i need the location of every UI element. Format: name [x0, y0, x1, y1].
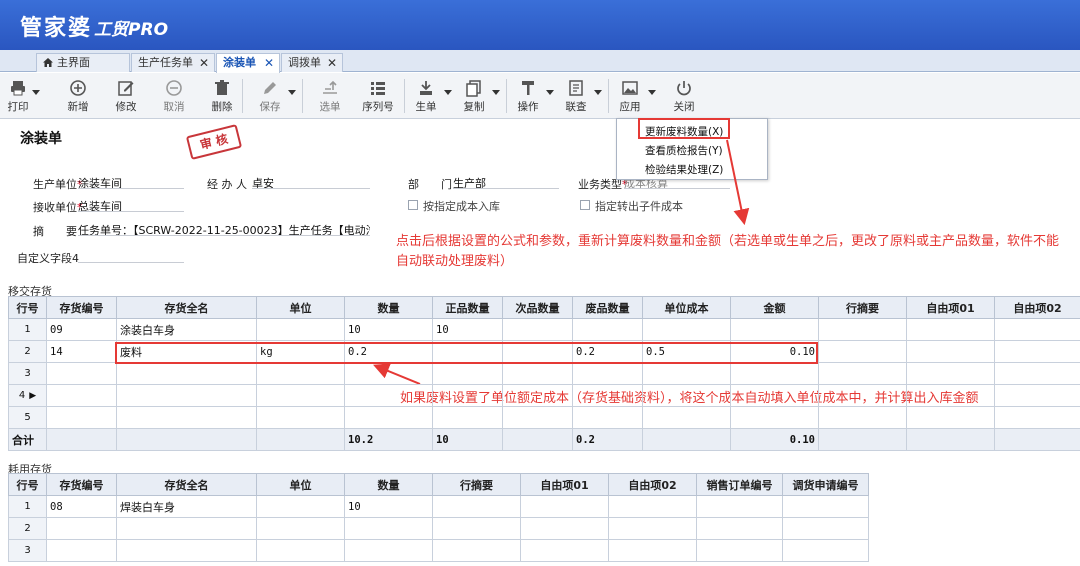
cell-item-name[interactable]: 涂装白车身: [116, 318, 257, 341]
cell-row-summary[interactable]: [818, 340, 907, 363]
highlight-box-scrap-row: [115, 342, 818, 364]
cell-unit[interactable]: [256, 318, 345, 341]
table-row[interactable]: 2: [8, 517, 869, 540]
column-header[interactable]: 次品数量: [502, 296, 573, 319]
column-header[interactable]: 单位成本: [642, 296, 731, 319]
arrow-to-menu-note: [726, 139, 750, 226]
cell-transfer-request[interactable]: [782, 495, 869, 518]
column-header[interactable]: 行摘要: [432, 473, 521, 496]
total-row: 合计 10.2 10 0.2 0.10: [8, 428, 1080, 451]
column-header[interactable]: 数量: [344, 473, 433, 496]
column-header[interactable]: 行号: [8, 473, 47, 496]
total-scrap-qty: 0.2: [572, 428, 643, 451]
table-row[interactable]: 1 08 焊装白车身 10: [8, 495, 869, 518]
cell-sales-order[interactable]: [696, 495, 783, 518]
column-header[interactable]: 存货全名: [116, 473, 257, 496]
row-number: 1: [8, 318, 47, 341]
cell-free02[interactable]: [994, 340, 1080, 363]
column-header[interactable]: 自由项02: [994, 296, 1080, 319]
cell-scrap-qty[interactable]: [572, 318, 643, 341]
column-header[interactable]: 调货申请编号: [782, 473, 869, 496]
table-row[interactable]: 5: [8, 406, 1080, 429]
cell-item-code[interactable]: 09: [46, 318, 117, 341]
cell-free01[interactable]: [520, 495, 609, 518]
column-header[interactable]: 存货编号: [46, 296, 117, 319]
cell-amount[interactable]: [730, 318, 819, 341]
row-number: 2: [8, 340, 47, 363]
cell-row-summary[interactable]: [432, 495, 521, 518]
row-pointer-icon: ▶: [29, 391, 37, 401]
cell-free01[interactable]: [906, 318, 995, 341]
column-header[interactable]: 存货全名: [116, 296, 257, 319]
total-qty: 10.2: [344, 428, 433, 451]
row-number: 1: [8, 495, 47, 518]
column-header[interactable]: 存货编号: [46, 473, 117, 496]
transfer-inventory-table: 行号 存货编号 存货全名 单位 数量 正品数量 次品数量 废品数量 单位成本 金…: [8, 296, 1080, 451]
column-header[interactable]: 单位: [256, 473, 345, 496]
row-number: 2: [8, 517, 47, 540]
total-amount: 0.10: [730, 428, 819, 451]
consumed-inventory-table: 行号 存货编号 存货全名 单位 数量 行摘要 自由项01 自由项02 销售订单编…: [8, 473, 869, 562]
column-header[interactable]: 金额: [730, 296, 819, 319]
column-header[interactable]: 销售订单编号: [696, 473, 783, 496]
cell-row-summary[interactable]: [818, 318, 907, 341]
cell-free02[interactable]: [608, 495, 697, 518]
table-row[interactable]: 4 ▶: [8, 384, 1080, 407]
column-header[interactable]: 正品数量: [432, 296, 503, 319]
cell-item-code[interactable]: 14: [46, 340, 117, 363]
cell-free01[interactable]: [906, 340, 995, 363]
cell-good-qty[interactable]: 10: [432, 318, 503, 341]
row-number: 5: [8, 406, 47, 429]
row-number: 3: [8, 539, 47, 562]
table-header-row: 行号 存货编号 存货全名 单位 数量 行摘要 自由项01 自由项02 销售订单编…: [8, 473, 869, 496]
column-header[interactable]: 自由项01: [906, 296, 995, 319]
table-row[interactable]: 3: [8, 539, 869, 562]
cell-unit-cost[interactable]: [642, 318, 731, 341]
cell-qty[interactable]: 10: [344, 318, 433, 341]
cell-free02[interactable]: [994, 318, 1080, 341]
cell-qty[interactable]: 10: [344, 495, 433, 518]
table-row[interactable]: 1 09 涂装白车身 10 10: [8, 318, 1080, 341]
total-good-qty: 10: [432, 428, 503, 451]
row-number: 3: [8, 362, 47, 385]
cell-unit[interactable]: [256, 495, 345, 518]
table-row[interactable]: 3: [8, 362, 1080, 385]
column-header[interactable]: 行号: [8, 296, 47, 319]
row-number: 4 ▶: [8, 384, 47, 407]
column-header[interactable]: 自由项02: [608, 473, 697, 496]
column-header[interactable]: 废品数量: [572, 296, 643, 319]
column-header[interactable]: 行摘要: [818, 296, 907, 319]
cell-item-code[interactable]: 08: [46, 495, 117, 518]
column-header[interactable]: 数量: [344, 296, 433, 319]
cell-defect-qty[interactable]: [502, 318, 573, 341]
column-header[interactable]: 单位: [256, 296, 345, 319]
table-header-row: 行号 存货编号 存货全名 单位 数量 正品数量 次品数量 废品数量 单位成本 金…: [8, 296, 1080, 319]
annotation-update-scrap: 点击后根据设置的公式和参数，重新计算废料数量和金额（若选单或生单之后，更改了原料…: [396, 234, 1060, 269]
column-header[interactable]: 自由项01: [520, 473, 609, 496]
total-label: 合计: [8, 428, 47, 451]
cell-item-name[interactable]: 焊装白车身: [116, 495, 257, 518]
